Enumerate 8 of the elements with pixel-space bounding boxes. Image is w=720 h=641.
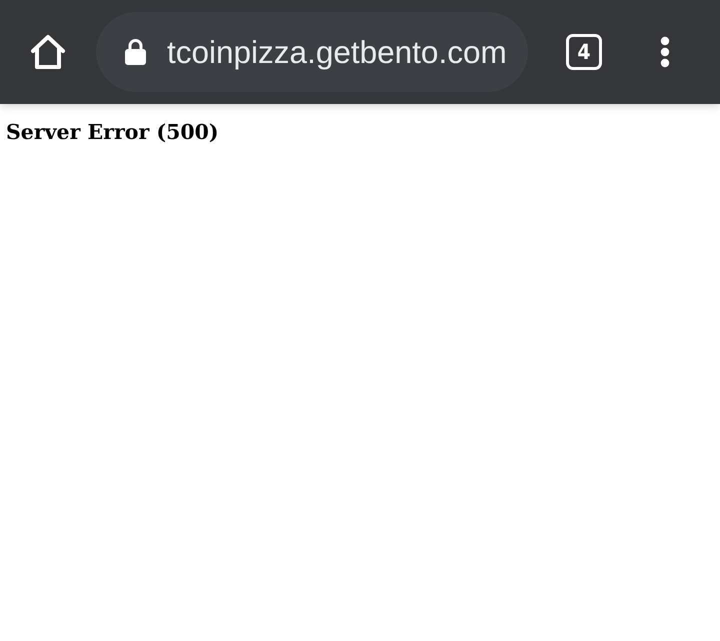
address-bar[interactable]: tcoinpizza.getbento.com: [96, 12, 528, 92]
error-heading: Server Error (500): [6, 120, 219, 145]
menu-button[interactable]: [660, 36, 670, 68]
home-icon: [30, 34, 66, 70]
home-button[interactable]: [30, 34, 66, 70]
tab-switcher-button[interactable]: 4: [566, 34, 602, 70]
lock-icon: [125, 39, 146, 65]
more-vertical-icon: [660, 36, 670, 68]
